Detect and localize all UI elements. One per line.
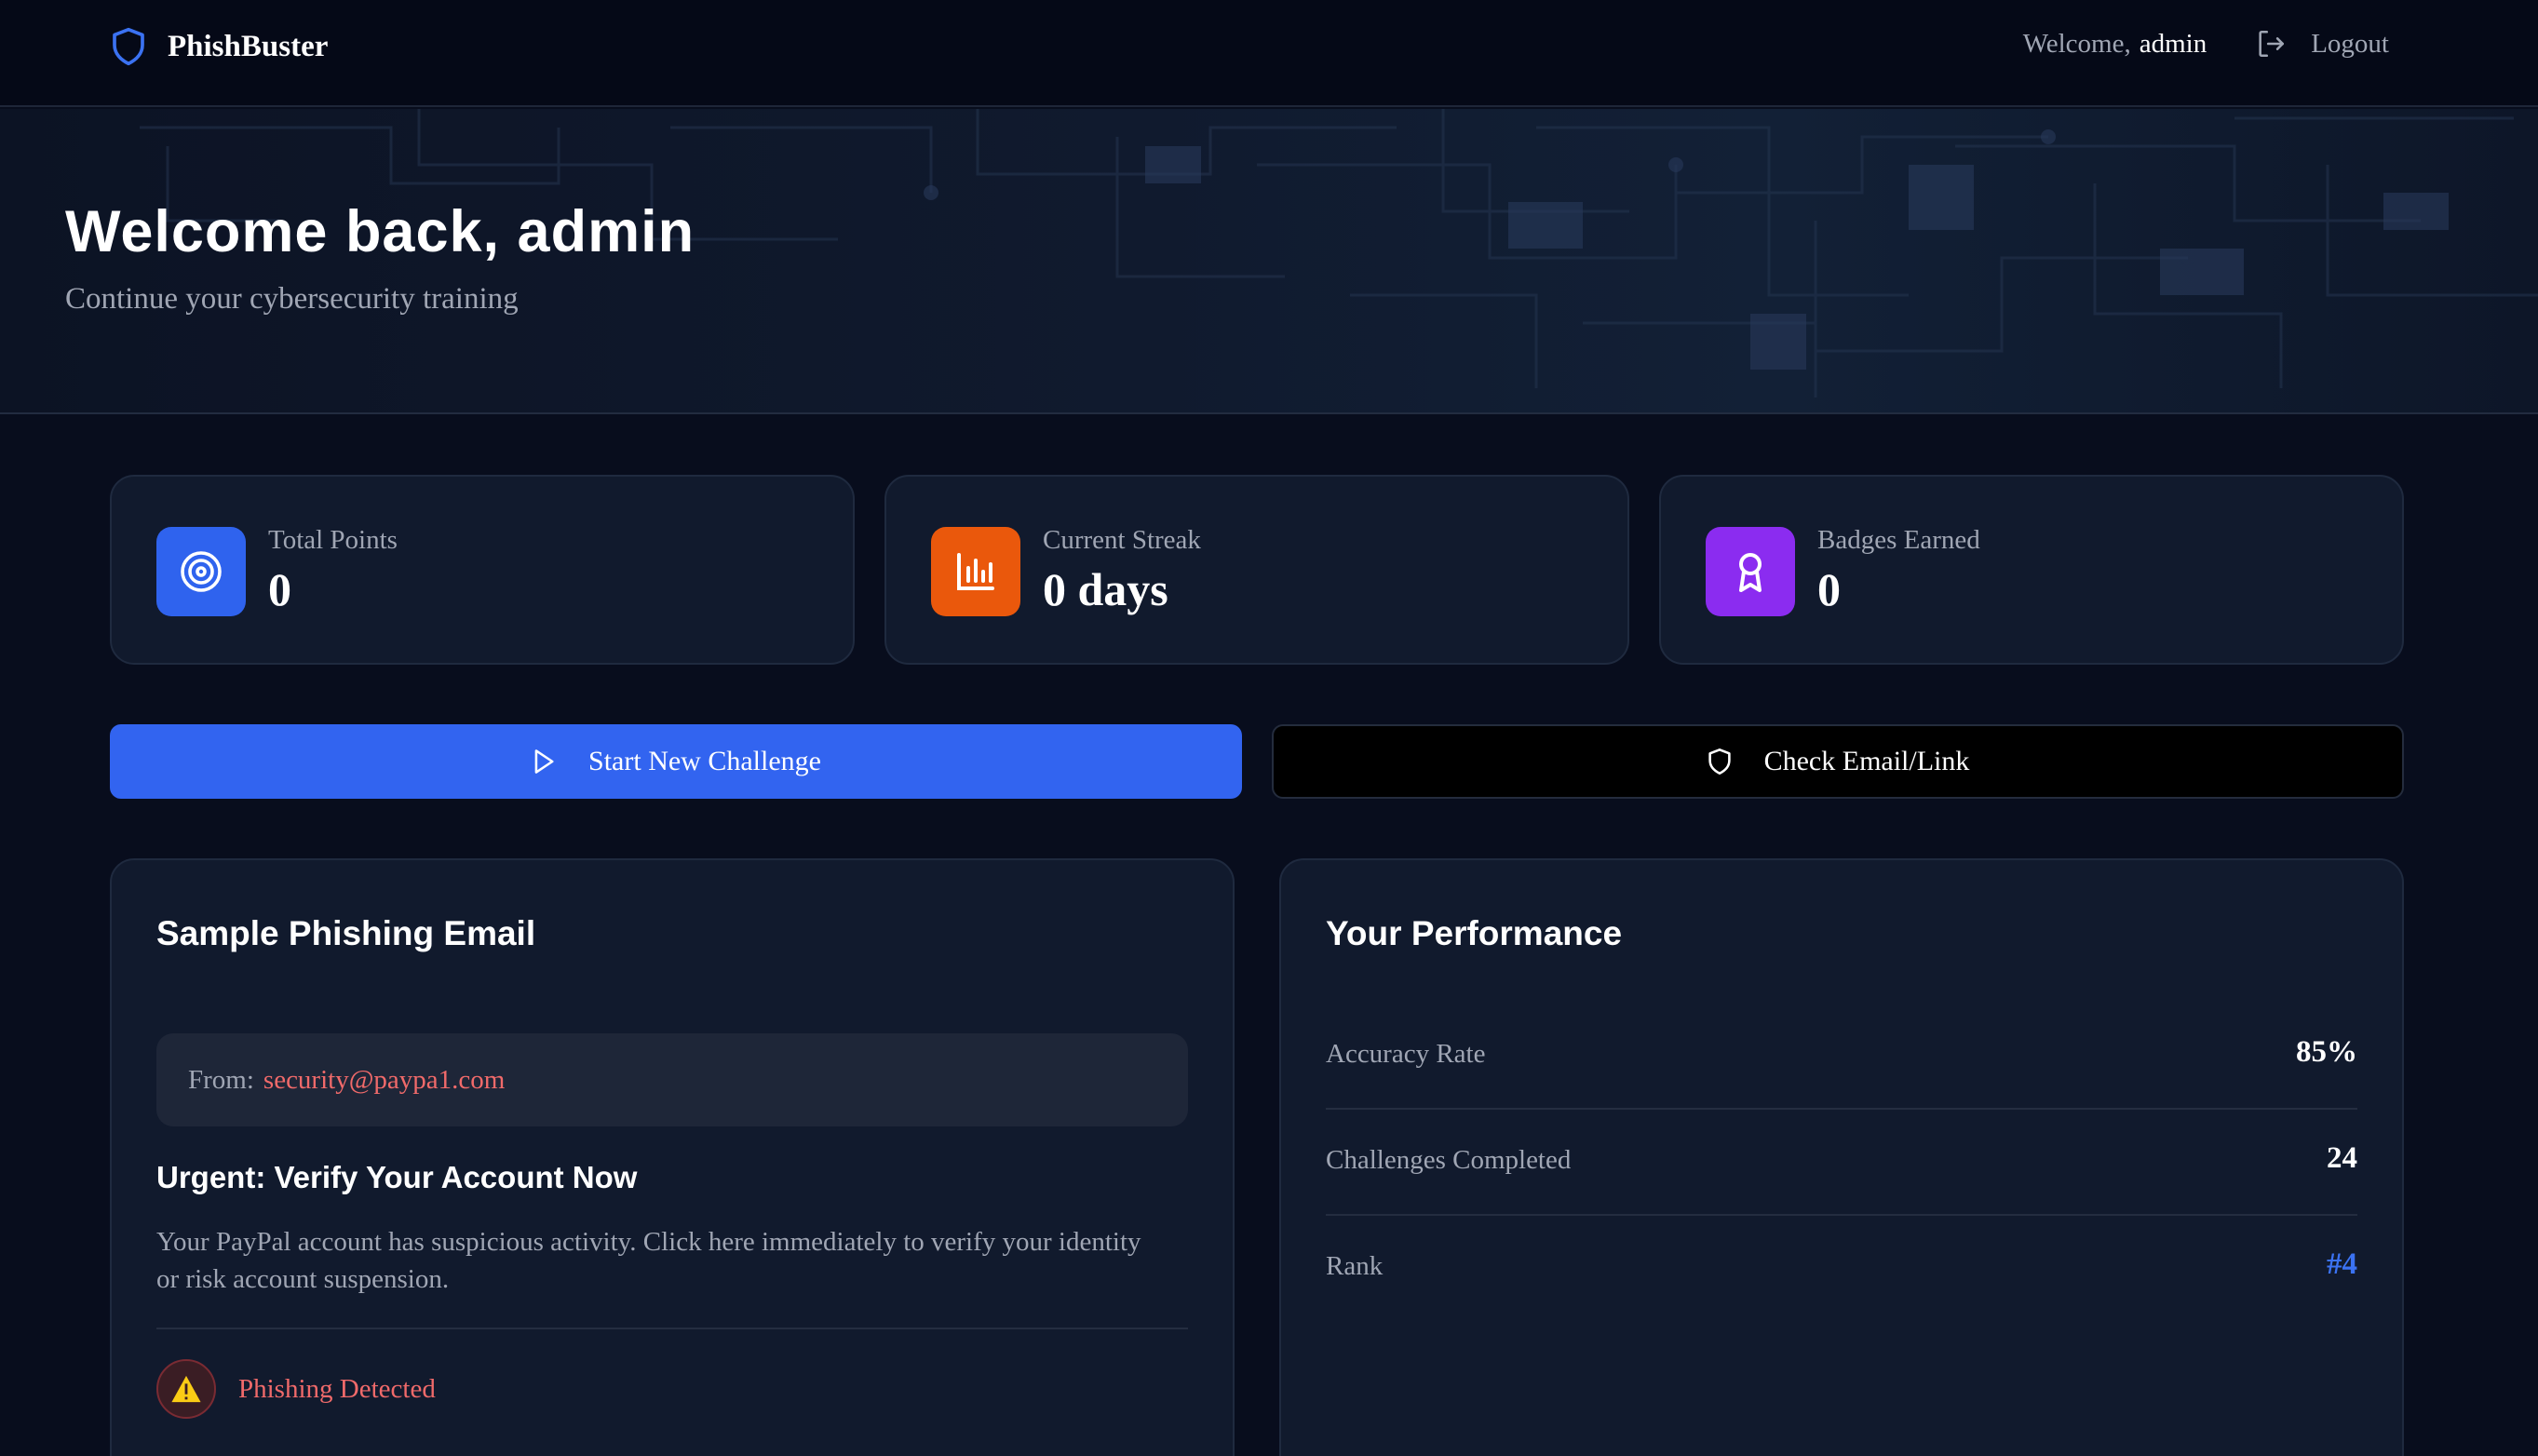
email-body: Your PayPal account has suspicious activ…	[156, 1227, 1141, 1294]
start-challenge-button[interactable]: Start New Challenge	[110, 724, 1242, 799]
username: admin	[2139, 28, 2207, 59]
play-icon	[534, 749, 554, 774]
sample-email-panel: Sample Phishing Email From: security@pay…	[110, 858, 1235, 1456]
perf-value: 24	[2327, 1141, 2357, 1175]
bar-chart-icon	[957, 553, 994, 590]
hero-banner: Welcome back, admin Continue your cybers…	[0, 109, 2538, 414]
start-challenge-label: Start New Challenge	[588, 746, 821, 776]
from-address: security@paypa1.com	[263, 1064, 506, 1095]
perf-label: Accuracy Rate	[1326, 1039, 1486, 1069]
stat-label: Current Streak	[1043, 525, 1201, 555]
perf-row-challenges: Challenges Completed 24	[1326, 1110, 2357, 1216]
perf-value: #4	[2327, 1247, 2357, 1281]
shield-logo-icon	[113, 27, 144, 66]
panel-title: Sample Phishing Email	[156, 914, 536, 952]
warning-icon	[171, 1375, 201, 1403]
logout-label: Logout	[2311, 28, 2389, 59]
user-area: Welcome, admin Logout	[2023, 28, 2389, 60]
stat-label: Badges Earned	[1817, 525, 1980, 555]
panel-title: Your Performance	[1326, 914, 1623, 952]
target-icon	[181, 551, 222, 592]
from-label: From:	[188, 1064, 254, 1095]
brand[interactable]: PhishBuster	[110, 26, 328, 67]
logout-icon	[2259, 30, 2285, 58]
stat-icon-box	[931, 527, 1020, 616]
stat-icon-box	[156, 527, 246, 616]
phishing-verdict: Phishing Detected	[156, 1359, 436, 1419]
logout-button[interactable]: Logout	[2255, 28, 2389, 60]
shield-icon	[1708, 748, 1731, 775]
divider	[156, 1328, 1188, 1329]
perf-row-rank: Rank #4	[1326, 1216, 2357, 1322]
stat-card-current-streak: Current Streak 0 days	[884, 475, 1629, 665]
stat-value: 0 days	[1043, 563, 1168, 615]
check-email-link-button[interactable]: Check Email/Link	[1272, 724, 2404, 799]
stat-value: 0	[1817, 563, 1841, 615]
stat-card-total-points: Total Points 0	[110, 475, 855, 665]
top-nav: PhishBuster Welcome, admin Logout	[0, 0, 2538, 107]
stat-label: Total Points	[268, 525, 398, 555]
perf-label: Challenges Completed	[1326, 1145, 1572, 1175]
perf-value: 85%	[2296, 1035, 2357, 1069]
perf-label: Rank	[1326, 1251, 1384, 1281]
warning-icon-circle	[156, 1359, 216, 1419]
performance-panel: Your Performance Accuracy Rate 85% Chall…	[1279, 858, 2404, 1456]
stat-value: 0	[268, 563, 291, 615]
welcome-prefix: Welcome,	[2022, 28, 2131, 59]
hero-title: Welcome back, admin	[65, 199, 695, 264]
email-subject: Urgent: Verify Your Account Now	[156, 1160, 638, 1194]
email-from-box: From: security@paypa1.com	[156, 1033, 1188, 1126]
check-email-label: Check Email/Link	[1763, 746, 1970, 776]
award-icon	[1739, 553, 1762, 592]
hero-subtitle: Continue your cybersecurity training	[65, 282, 519, 316]
perf-row-accuracy: Accuracy Rate 85%	[1326, 1004, 2357, 1110]
verdict-text: Phishing Detected	[238, 1373, 436, 1404]
stat-card-badges-earned: Badges Earned 0	[1659, 475, 2404, 665]
app-name: PhishBuster	[168, 29, 329, 63]
stat-icon-box	[1706, 527, 1795, 616]
